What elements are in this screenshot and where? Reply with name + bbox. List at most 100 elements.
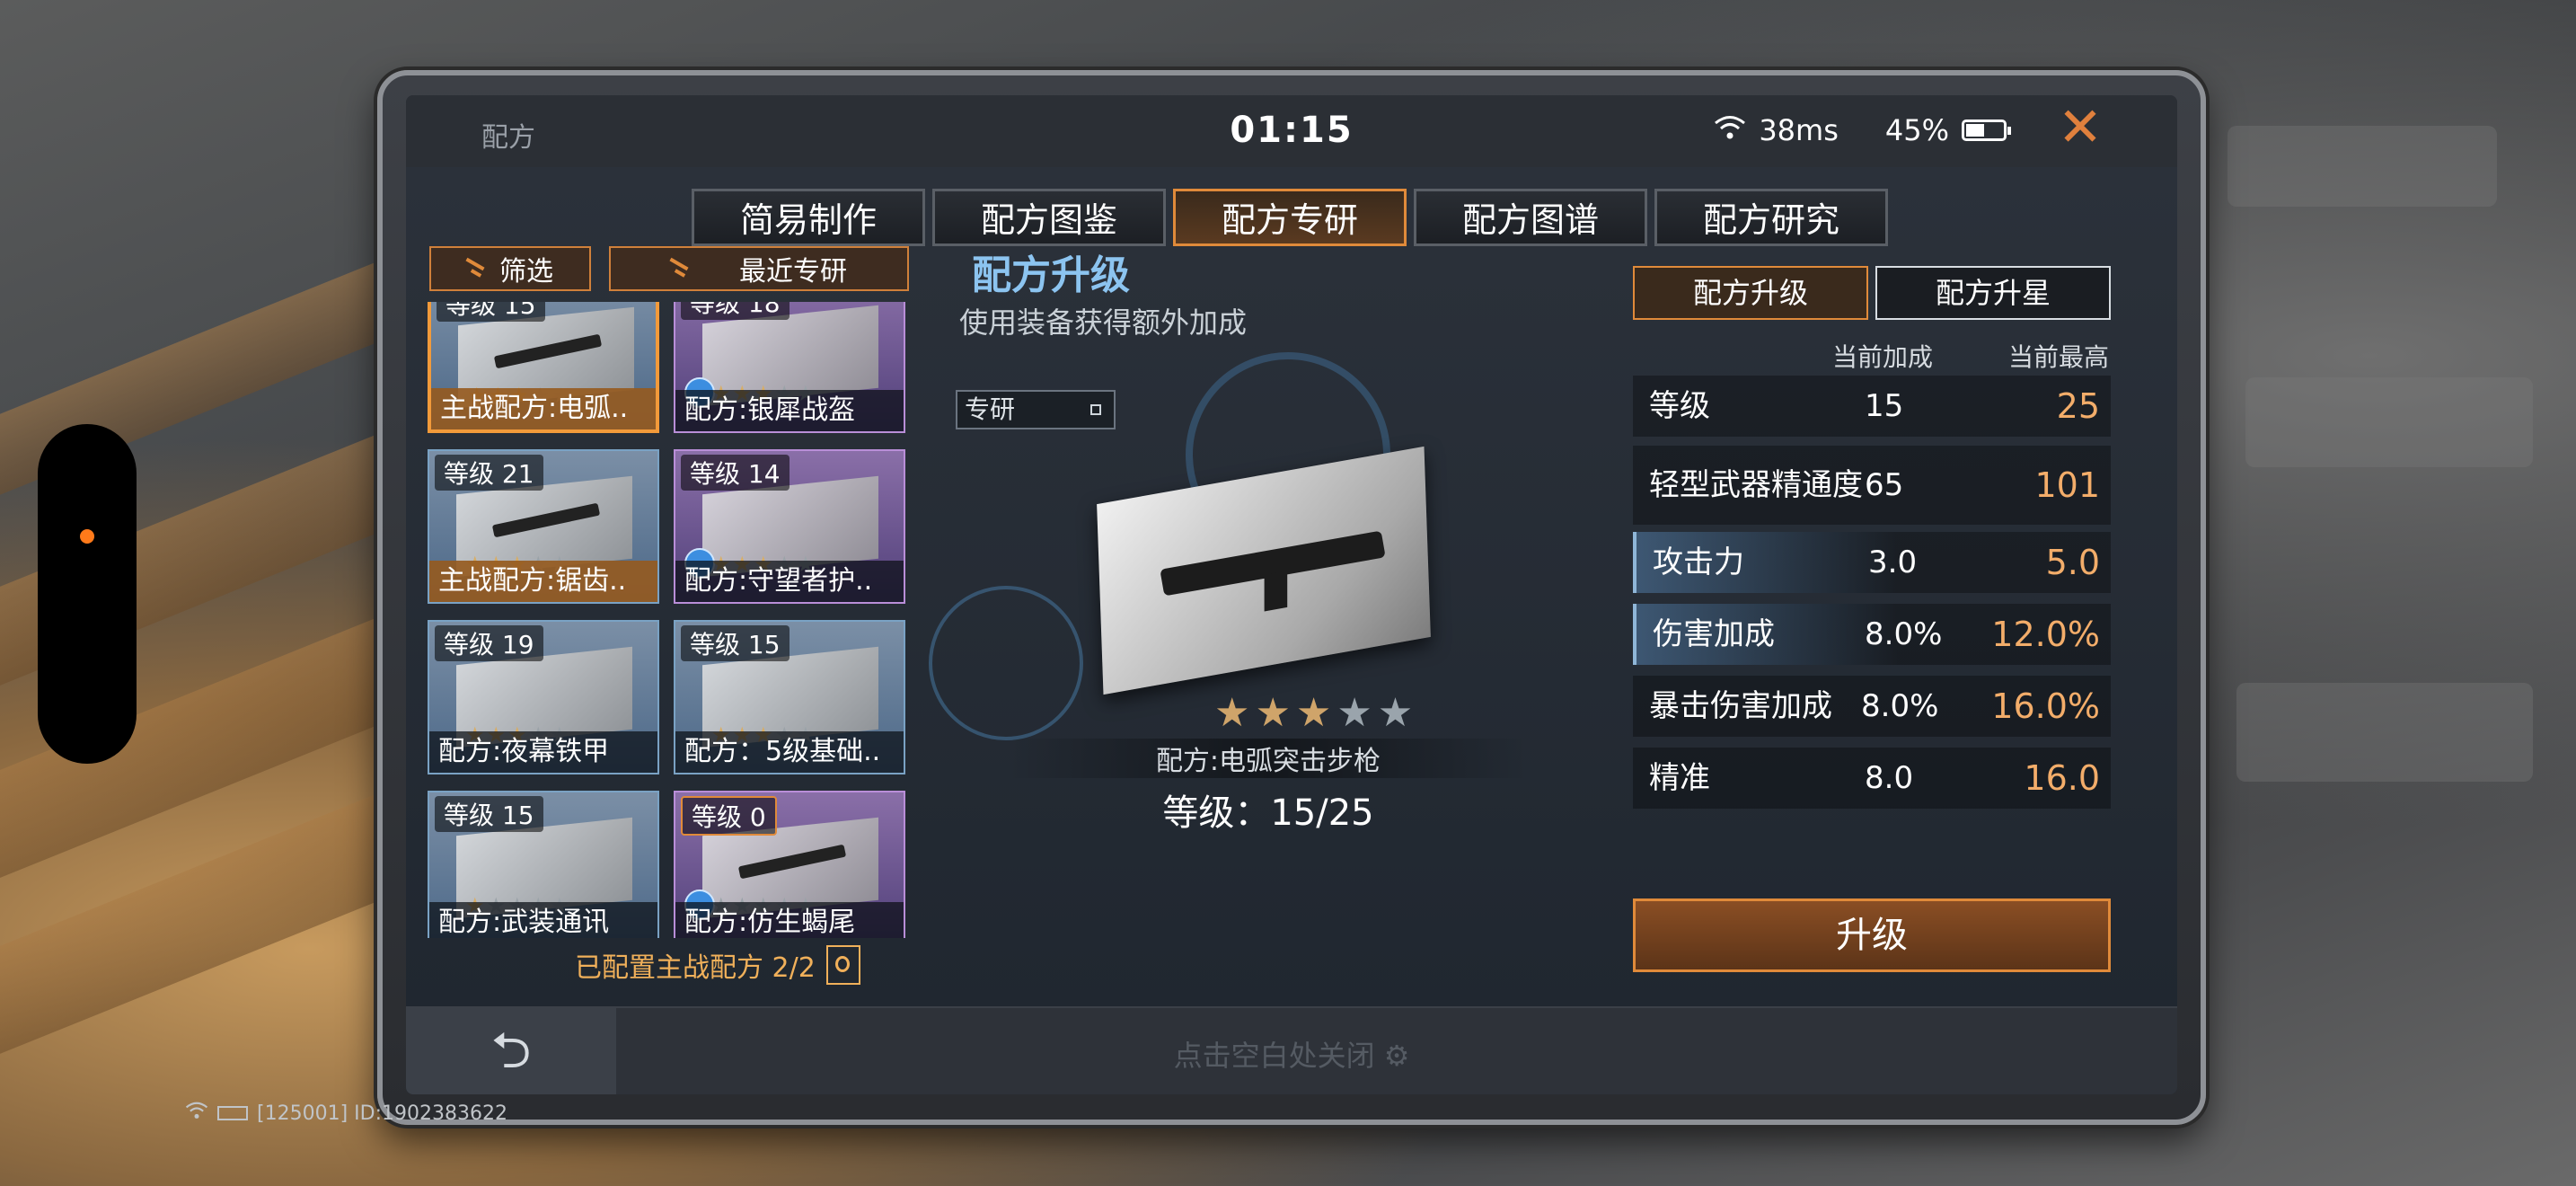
battery-icon xyxy=(1962,119,2011,141)
card-level: 等级 19 xyxy=(435,625,543,661)
card-name: 配方:夜幕铁甲 xyxy=(429,731,657,773)
recipe-level: 等级：15/25 xyxy=(1162,792,1374,834)
card-level: 等级 0 xyxy=(681,796,777,836)
stat-current: 8.0% xyxy=(1861,688,1939,724)
player-id: [125001] ID:1902383622 xyxy=(257,1102,507,1125)
card-name: 配方:仿生蝎尾 xyxy=(675,902,904,938)
card-name: 配方:武装通讯 xyxy=(429,902,657,938)
content-area: 筛选 最近专研 等级 15 ★★★★★ 主战配方:电弧.. 等级 18 ★★★★… xyxy=(406,246,2177,990)
side-floating-handle[interactable] xyxy=(38,424,137,764)
card-name: 配方:守望者护.. xyxy=(675,561,904,602)
stat-max: 101 xyxy=(2034,465,2100,505)
stat-current: 15 xyxy=(1865,388,1904,424)
recipe-card[interactable]: 等级 15 ★★★★★ 主战配方:电弧.. xyxy=(428,302,659,433)
stat-max: 5.0 xyxy=(2045,543,2100,582)
equipped-recipes-status: 已配置主战配方 2/2 xyxy=(575,945,860,985)
recipe-card[interactable]: 等级 0 ★★★★★ 配方:仿生蝎尾 xyxy=(674,791,905,938)
tab-simple-craft[interactable]: 简易制作 xyxy=(692,189,925,246)
background-stone xyxy=(2228,126,2497,207)
recipe-config-icon[interactable] xyxy=(825,945,860,985)
card-level: 等级 15 xyxy=(681,625,790,661)
tab-recipe-codex[interactable]: 配方图鉴 xyxy=(932,189,1166,246)
stat-current: 3.0 xyxy=(1868,544,1918,580)
tab-recipe-upgrade[interactable]: 配方升级 xyxy=(1633,266,1868,320)
indicator-dot xyxy=(80,529,94,544)
stat-row: 暴击伤害加成 8.0% 16.0% xyxy=(1633,676,2111,737)
tab-recipe-star-up[interactable]: 配方升星 xyxy=(1875,266,2111,320)
stat-label: 暴击伤害加成 xyxy=(1649,688,1832,724)
recipe-card[interactable]: 等级 21 ★★★★★ 主战配方:锯齿.. xyxy=(428,449,659,604)
card-level: 等级 21 xyxy=(435,455,543,491)
stat-max: 25 xyxy=(2056,386,2100,426)
stat-label: 轻型武器精通度 xyxy=(1649,467,1863,503)
stat-label: 攻击力 xyxy=(1653,544,1744,580)
card-level: 等级 18 xyxy=(681,302,790,320)
research-toggle[interactable]: 专研 xyxy=(956,390,1116,429)
section-title: 配方升级 xyxy=(972,252,1130,298)
wifi-icon xyxy=(185,1102,208,1125)
card-name: 配方：5级基础.. xyxy=(675,731,904,773)
stat-row: 轻型武器精通度 65 101 xyxy=(1633,446,2111,525)
close-icon[interactable]: ✕ xyxy=(2053,101,2107,156)
equipped-text: 已配置主战配方 2/2 xyxy=(575,952,816,984)
background-stone xyxy=(2236,683,2533,782)
card-name: 主战配方:锯齿.. xyxy=(429,561,657,602)
card-name: 配方:银犀战盔 xyxy=(675,390,904,431)
research-label: 专研 xyxy=(965,394,1016,424)
stat-row: 等级 15 25 xyxy=(1633,376,2111,437)
tab-recipe-research[interactable]: 配方专研 xyxy=(1173,189,1407,246)
stat-row: 伤害加成 8.0% 12.0% xyxy=(1633,604,2111,665)
top-bar: 配方 01:15 38ms 45% ✕ xyxy=(406,95,2177,167)
stat-max: 12.0% xyxy=(1991,615,2100,654)
stat-row: 精准 8.0 16.0 xyxy=(1633,748,2111,809)
card-level: 等级 15 xyxy=(437,302,545,322)
stat-current: 8.0 xyxy=(1865,760,1914,796)
stat-label: 精准 xyxy=(1649,760,1710,796)
section-subtitle: 使用装备获得额外加成 xyxy=(959,305,1248,340)
checkbox-icon xyxy=(1090,404,1101,415)
tab-recipe-atlas[interactable]: 配方图谱 xyxy=(1414,189,1647,246)
stat-max: 16.0 xyxy=(2024,758,2100,798)
bottom-bar[interactable]: ⮌ 点击空白处关闭 ⚙ xyxy=(406,1006,2177,1094)
close-hint: 点击空白处关闭 ⚙ xyxy=(406,1033,2177,1075)
filter-button[interactable]: 筛选 xyxy=(429,246,591,291)
background-stone xyxy=(2245,377,2533,467)
upgrade-subtabs: 配方升级 配方升星 xyxy=(1633,266,2111,320)
close-hint-text: 点击空白处关闭 xyxy=(1173,1039,1375,1073)
stat-max: 16.0% xyxy=(1991,686,2100,726)
recipe-star-rating: ★★★★★ xyxy=(1214,690,1419,736)
recipe-panel: 配方 01:15 38ms 45% ✕ 简易制作 配方图鉴 配方专研 配方图谱 … xyxy=(406,95,2177,1094)
card-level: 等级 15 xyxy=(435,796,543,832)
recipe-card[interactable]: 等级 15 ★★★★★ 配方：5级基础.. xyxy=(674,620,905,774)
card-level: 等级 14 xyxy=(681,455,790,491)
recipe-card[interactable]: 等级 18 ★★★★★ 配方:银犀战盔 xyxy=(674,302,905,433)
column-current: 当前加成 xyxy=(1832,342,1934,372)
column-max: 当前最高 xyxy=(2007,342,2109,372)
recipe-card-grid[interactable]: 等级 15 ★★★★★ 主战配方:电弧.. 等级 18 ★★★★★ 配方:银犀战… xyxy=(428,302,913,938)
connection-info: [125001] ID:1902383622 xyxy=(185,1102,507,1125)
tab-recipe-study[interactable]: 配方研究 xyxy=(1654,189,1888,246)
recipe-card[interactable]: 等级 14 ★★★★★ 配方:守望者护.. xyxy=(674,449,905,604)
stat-current: 65 xyxy=(1865,467,1904,503)
upgrade-button[interactable]: 升级 xyxy=(1633,898,2111,972)
stat-label: 伤害加成 xyxy=(1653,616,1775,652)
wifi-icon xyxy=(1714,113,1746,147)
filter-label: 筛选 xyxy=(499,256,553,288)
recipe-card[interactable]: 等级 15 ★★★★★ 配方:武装通讯 xyxy=(428,791,659,938)
battery-icon xyxy=(217,1106,248,1120)
gear-icon: ⚙ xyxy=(1383,1039,1410,1073)
ping-value: 38ms xyxy=(1759,113,1839,147)
module-slot-icon[interactable] xyxy=(929,586,1083,740)
recipe-card[interactable]: 等级 19 ★★★★★ 配方:夜幕铁甲 xyxy=(428,620,659,774)
device-frame: 配方 01:15 38ms 45% ✕ 简易制作 配方图鉴 配方专研 配方图谱 … xyxy=(377,70,2206,1125)
stat-row: 攻击力 3.0 5.0 xyxy=(1633,532,2111,593)
recipe-name: 配方:电弧突击步枪 xyxy=(1008,739,1529,778)
main-tabs: 简易制作 配方图鉴 配方专研 配方图谱 配方研究 xyxy=(692,189,1888,246)
sort-label: 最近专研 xyxy=(739,256,847,288)
battery-percent: 45% xyxy=(1884,113,1949,147)
chevron-down-icon xyxy=(671,262,694,275)
card-name: 主战配方:电弧.. xyxy=(431,388,656,429)
sort-dropdown[interactable]: 最近专研 xyxy=(609,246,909,291)
stat-current: 8.0% xyxy=(1865,616,1943,652)
stat-table-header: 当前加成 当前最高 xyxy=(1633,338,2111,374)
